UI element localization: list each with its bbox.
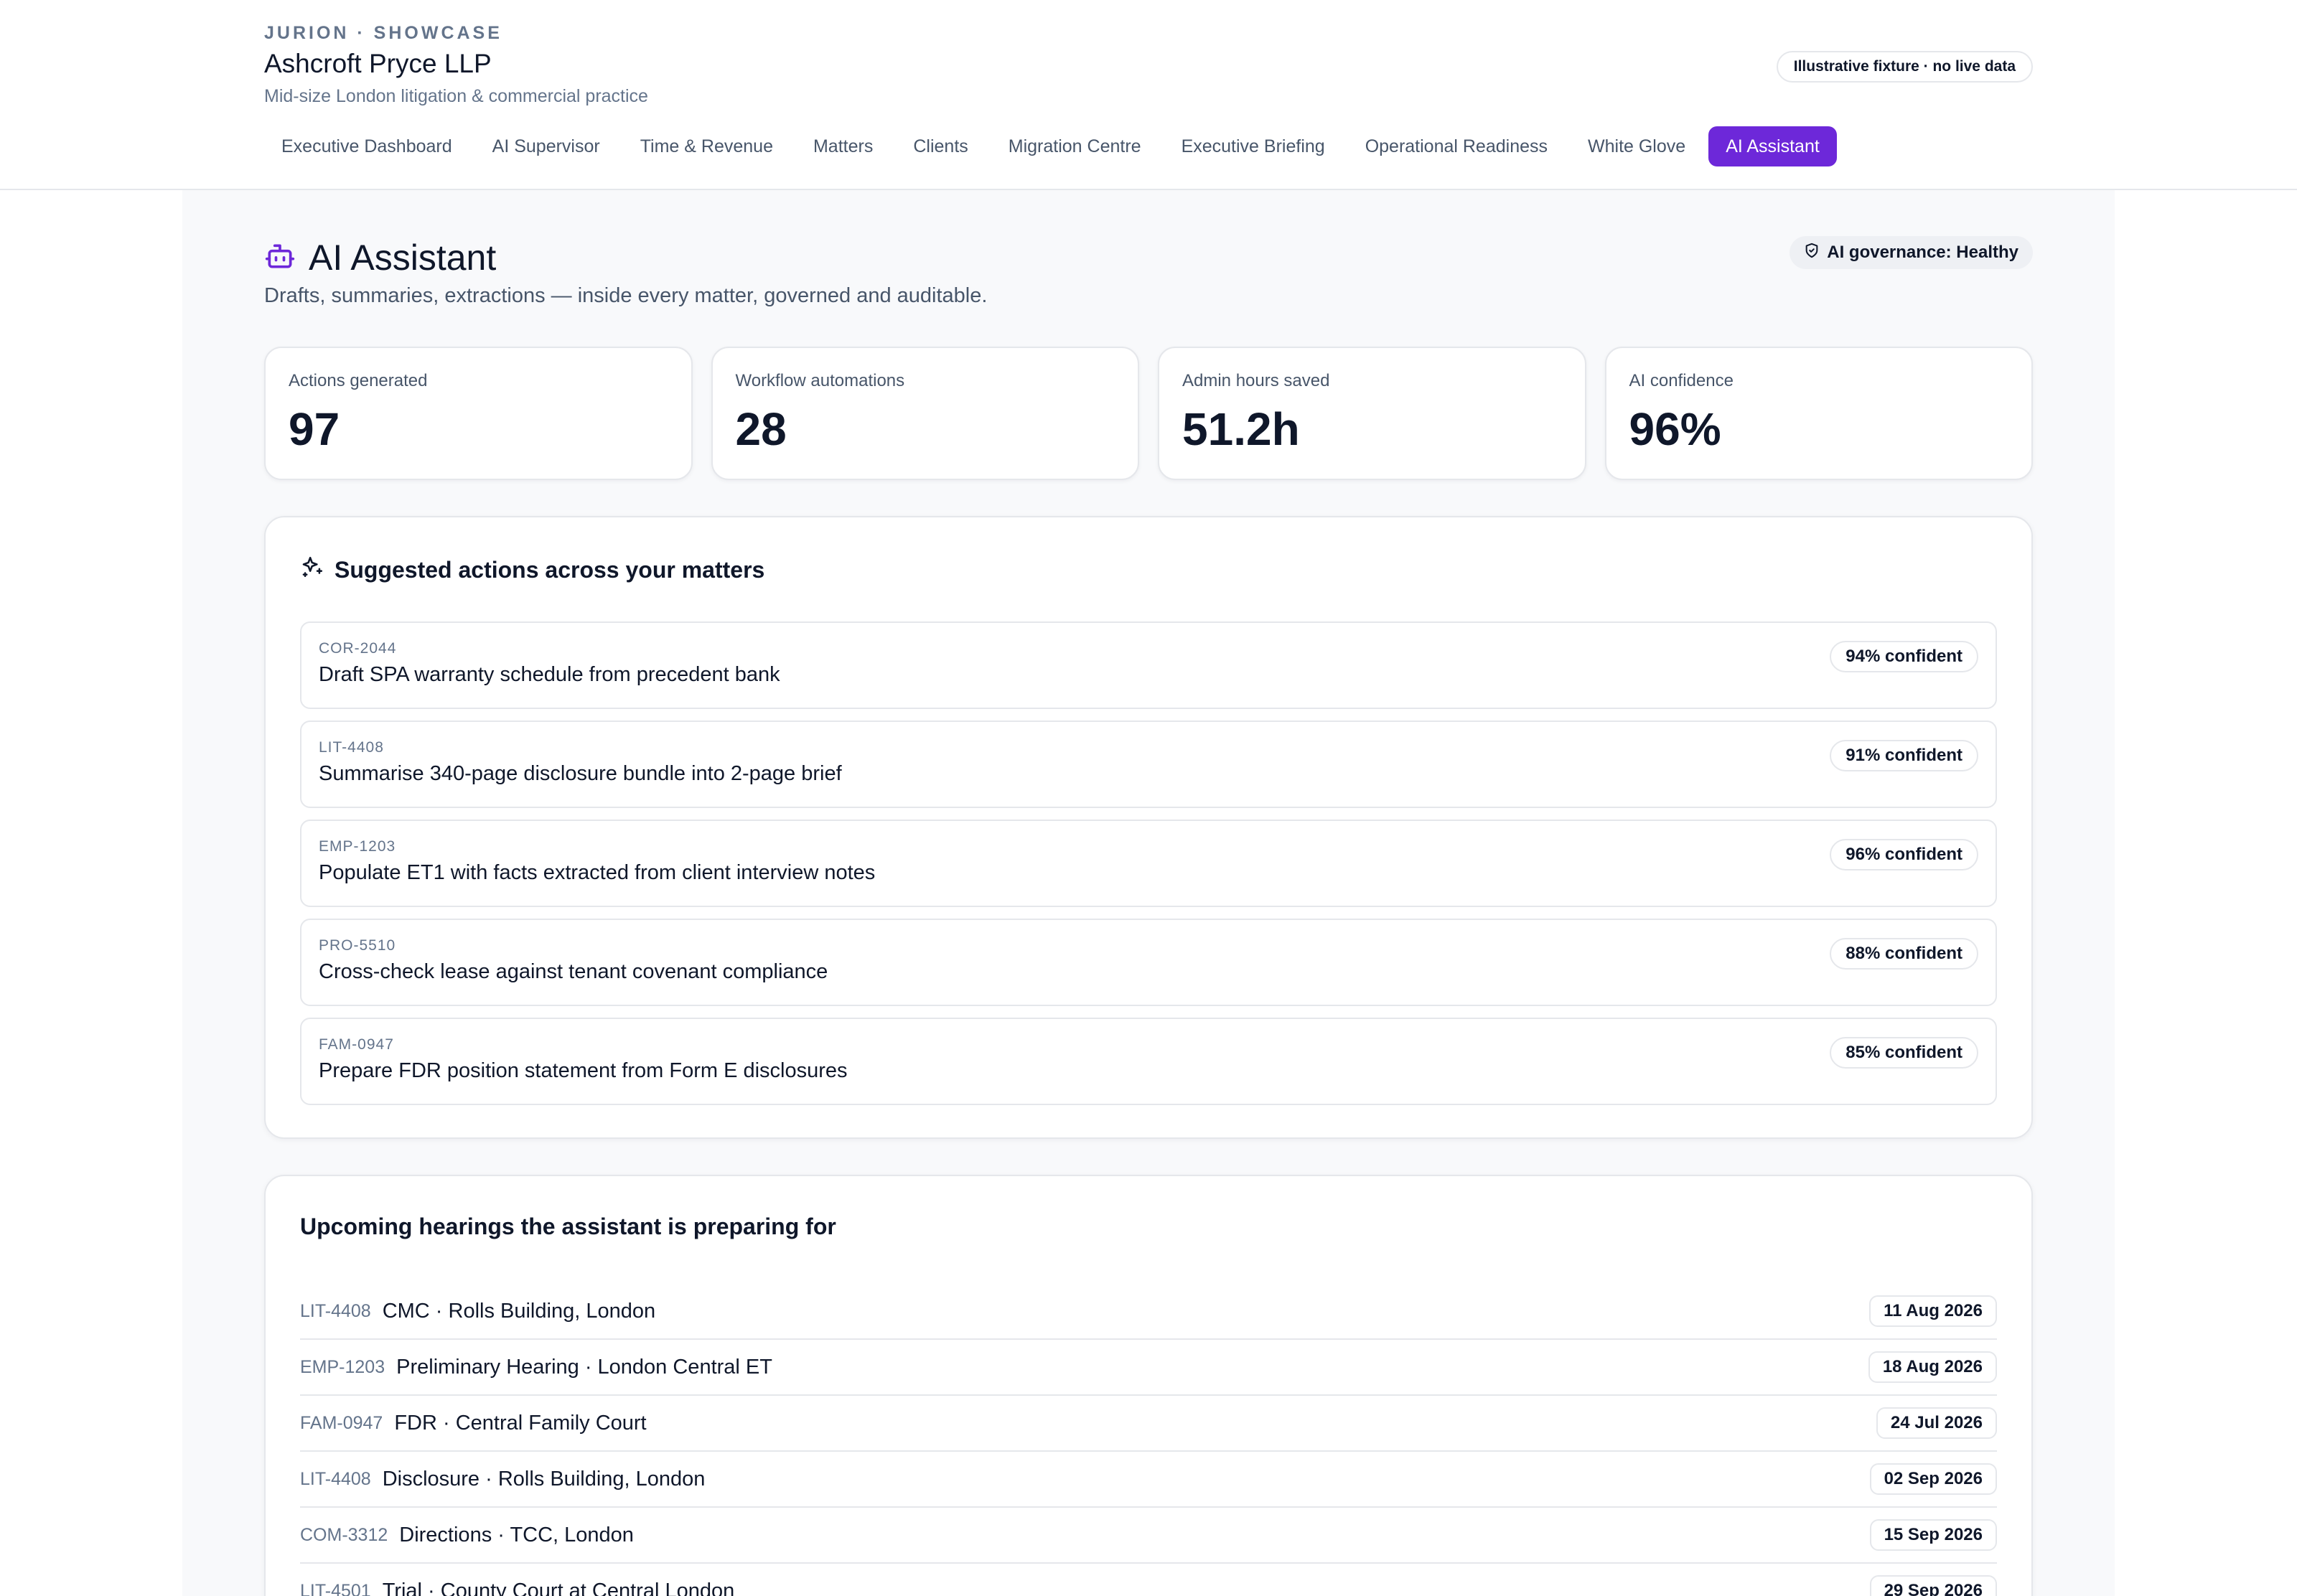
stats-row: Actions generated 97 Workflow automation… <box>264 347 2033 480</box>
sparkles-icon <box>300 555 324 585</box>
suggested-action-item[interactable]: FAM-0947 Prepare FDR position statement … <box>300 1018 1997 1105</box>
suggested-action-item[interactable]: EMP-1203 Populate ET1 with facts extract… <box>300 820 1997 907</box>
nav-item-clients[interactable]: Clients <box>896 126 985 166</box>
suggested-action-item[interactable]: COR-2044 Draft SPA warranty schedule fro… <box>300 621 1997 709</box>
stat-card-workflow-automations: Workflow automations 28 <box>711 347 1139 480</box>
matter-code: COM-3312 <box>300 1524 388 1545</box>
matter-code: FAM-0947 <box>300 1412 383 1433</box>
action-description: Summarise 340-page disclosure bundle int… <box>319 762 842 785</box>
action-description: Populate ET1 with facts extracted from c… <box>319 861 876 884</box>
stat-label: Admin hours saved <box>1182 371 1330 390</box>
stat-value: 28 <box>735 403 787 455</box>
stat-label: AI confidence <box>1629 371 1734 390</box>
suggested-actions-title: Suggested actions across your matters <box>335 556 765 583</box>
nav-item-matters[interactable]: Matters <box>796 126 890 166</box>
confidence-badge: 91% confident <box>1830 740 1978 771</box>
hearing-date-badge: 02 Sep 2026 <box>1869 1463 1997 1495</box>
hearing-date-badge: 29 Sep 2026 <box>1869 1575 1997 1596</box>
matter-code: COR-2044 <box>319 640 397 657</box>
robot-icon <box>264 240 296 276</box>
hearing-date-badge: 15 Sep 2026 <box>1869 1519 1997 1551</box>
ai-governance-label: AI governance: Healthy <box>1827 243 2018 262</box>
matter-code: LIT-4501 <box>300 1580 371 1596</box>
hearing-row[interactable]: LIT-4501 Trial · County Court at Central… <box>300 1564 1997 1596</box>
nav-item-operational-readiness[interactable]: Operational Readiness <box>1348 126 1565 166</box>
hearing-row[interactable]: LIT-4408 Disclosure · Rolls Building, Lo… <box>300 1452 1997 1508</box>
hearing-description: Trial · County Court at Central London <box>382 1579 735 1596</box>
page-title: AI Assistant <box>309 238 497 278</box>
nav-item-executive-briefing[interactable]: Executive Briefing <box>1164 126 1342 166</box>
app-header: JURION · SHOWCASE Ashcroft Pryce LLP Mid… <box>0 0 2297 190</box>
confidence-badge: 88% confident <box>1830 938 1978 970</box>
main-nav: Executive Dashboard AI Supervisor Time &… <box>264 126 1837 166</box>
nav-item-time-revenue[interactable]: Time & Revenue <box>623 126 790 166</box>
suggested-action-item[interactable]: LIT-4408 Summarise 340-page disclosure b… <box>300 720 1997 808</box>
confidence-badge: 94% confident <box>1830 641 1978 672</box>
hearing-row[interactable]: FAM-0947 FDR · Central Family Court 24 J… <box>300 1396 1997 1452</box>
brand-kicker: JURION · SHOWCASE <box>264 23 502 43</box>
hearing-row[interactable]: EMP-1203 Preliminary Hearing · London Ce… <box>300 1340 1997 1396</box>
action-description: Prepare FDR position statement from Form… <box>319 1059 848 1082</box>
nav-item-ai-assistant[interactable]: AI Assistant <box>1708 126 1837 166</box>
matter-code: EMP-1203 <box>319 838 396 855</box>
confidence-badge: 85% confident <box>1830 1037 1978 1069</box>
matter-code: PRO-5510 <box>319 937 396 954</box>
upcoming-hearings-list: LIT-4408 CMC · Rolls Building, London 11… <box>300 1284 1997 1596</box>
hearing-date-badge: 18 Aug 2026 <box>1868 1351 1997 1383</box>
action-description: Draft SPA warranty schedule from precede… <box>319 663 780 686</box>
matter-code: EMP-1203 <box>300 1356 385 1377</box>
suggested-actions-list: COR-2044 Draft SPA warranty schedule fro… <box>300 621 1997 1105</box>
upcoming-hearings-title: Upcoming hearings the assistant is prepa… <box>300 1214 836 1239</box>
hearing-row[interactable]: COM-3312 Directions · TCC, London 15 Sep… <box>300 1508 1997 1564</box>
ai-governance-badge: AI governance: Healthy <box>1790 236 2033 269</box>
upcoming-hearings-card: Upcoming hearings the assistant is prepa… <box>264 1175 2033 1596</box>
confidence-badge: 96% confident <box>1830 839 1978 870</box>
nav-item-executive-dashboard[interactable]: Executive Dashboard <box>264 126 469 166</box>
hearing-row[interactable]: LIT-4408 CMC · Rolls Building, London 11… <box>300 1284 1997 1340</box>
stat-label: Workflow automations <box>735 371 905 390</box>
suggested-actions-card: Suggested actions across your matters CO… <box>264 516 2033 1139</box>
suggested-actions-heading: Suggested actions across your matters <box>300 555 764 585</box>
hearing-description: CMC · Rolls Building, London <box>382 1299 656 1323</box>
stat-value: 96% <box>1629 403 1721 455</box>
matter-code: LIT-4408 <box>319 739 384 756</box>
page-subtitle: Drafts, summaries, extractions — inside … <box>264 284 988 307</box>
hearing-date-badge: 24 Jul 2026 <box>1876 1407 1997 1439</box>
stat-label: Actions generated <box>289 371 428 390</box>
hearing-description: Directions · TCC, London <box>399 1523 634 1546</box>
hearing-description: Disclosure · Rolls Building, London <box>382 1467 706 1491</box>
suggested-action-item[interactable]: PRO-5510 Cross-check lease against tenan… <box>300 919 1997 1006</box>
stat-value: 51.2h <box>1182 403 1300 455</box>
stat-card-actions-generated: Actions generated 97 <box>264 347 693 480</box>
hearing-description: FDR · Central Family Court <box>394 1411 647 1435</box>
firm-description: Mid-size London litigation & commercial … <box>264 86 648 106</box>
nav-item-ai-supervisor[interactable]: AI Supervisor <box>475 126 617 166</box>
page-heading: AI Assistant <box>264 237 496 278</box>
action-description: Cross-check lease against tenant covenan… <box>319 960 828 983</box>
stat-value: 97 <box>289 403 340 455</box>
fixture-badge: Illustrative fixture · no live data <box>1776 51 2033 83</box>
stat-card-admin-hours-saved: Admin hours saved 51.2h <box>1158 347 1586 480</box>
matter-code: FAM-0947 <box>319 1036 394 1053</box>
stat-card-ai-confidence: AI confidence 96% <box>1604 347 2033 480</box>
nav-item-migration-centre[interactable]: Migration Centre <box>991 126 1159 166</box>
firm-name: Ashcroft Pryce LLP <box>264 49 492 78</box>
hearing-date-badge: 11 Aug 2026 <box>1869 1295 1997 1327</box>
matter-code: LIT-4408 <box>300 1468 371 1489</box>
shield-check-icon <box>1804 243 1820 263</box>
matter-code: LIT-4408 <box>300 1300 371 1321</box>
hearing-description: Preliminary Hearing · London Central ET <box>396 1355 772 1379</box>
nav-item-white-glove[interactable]: White Glove <box>1571 126 1703 166</box>
